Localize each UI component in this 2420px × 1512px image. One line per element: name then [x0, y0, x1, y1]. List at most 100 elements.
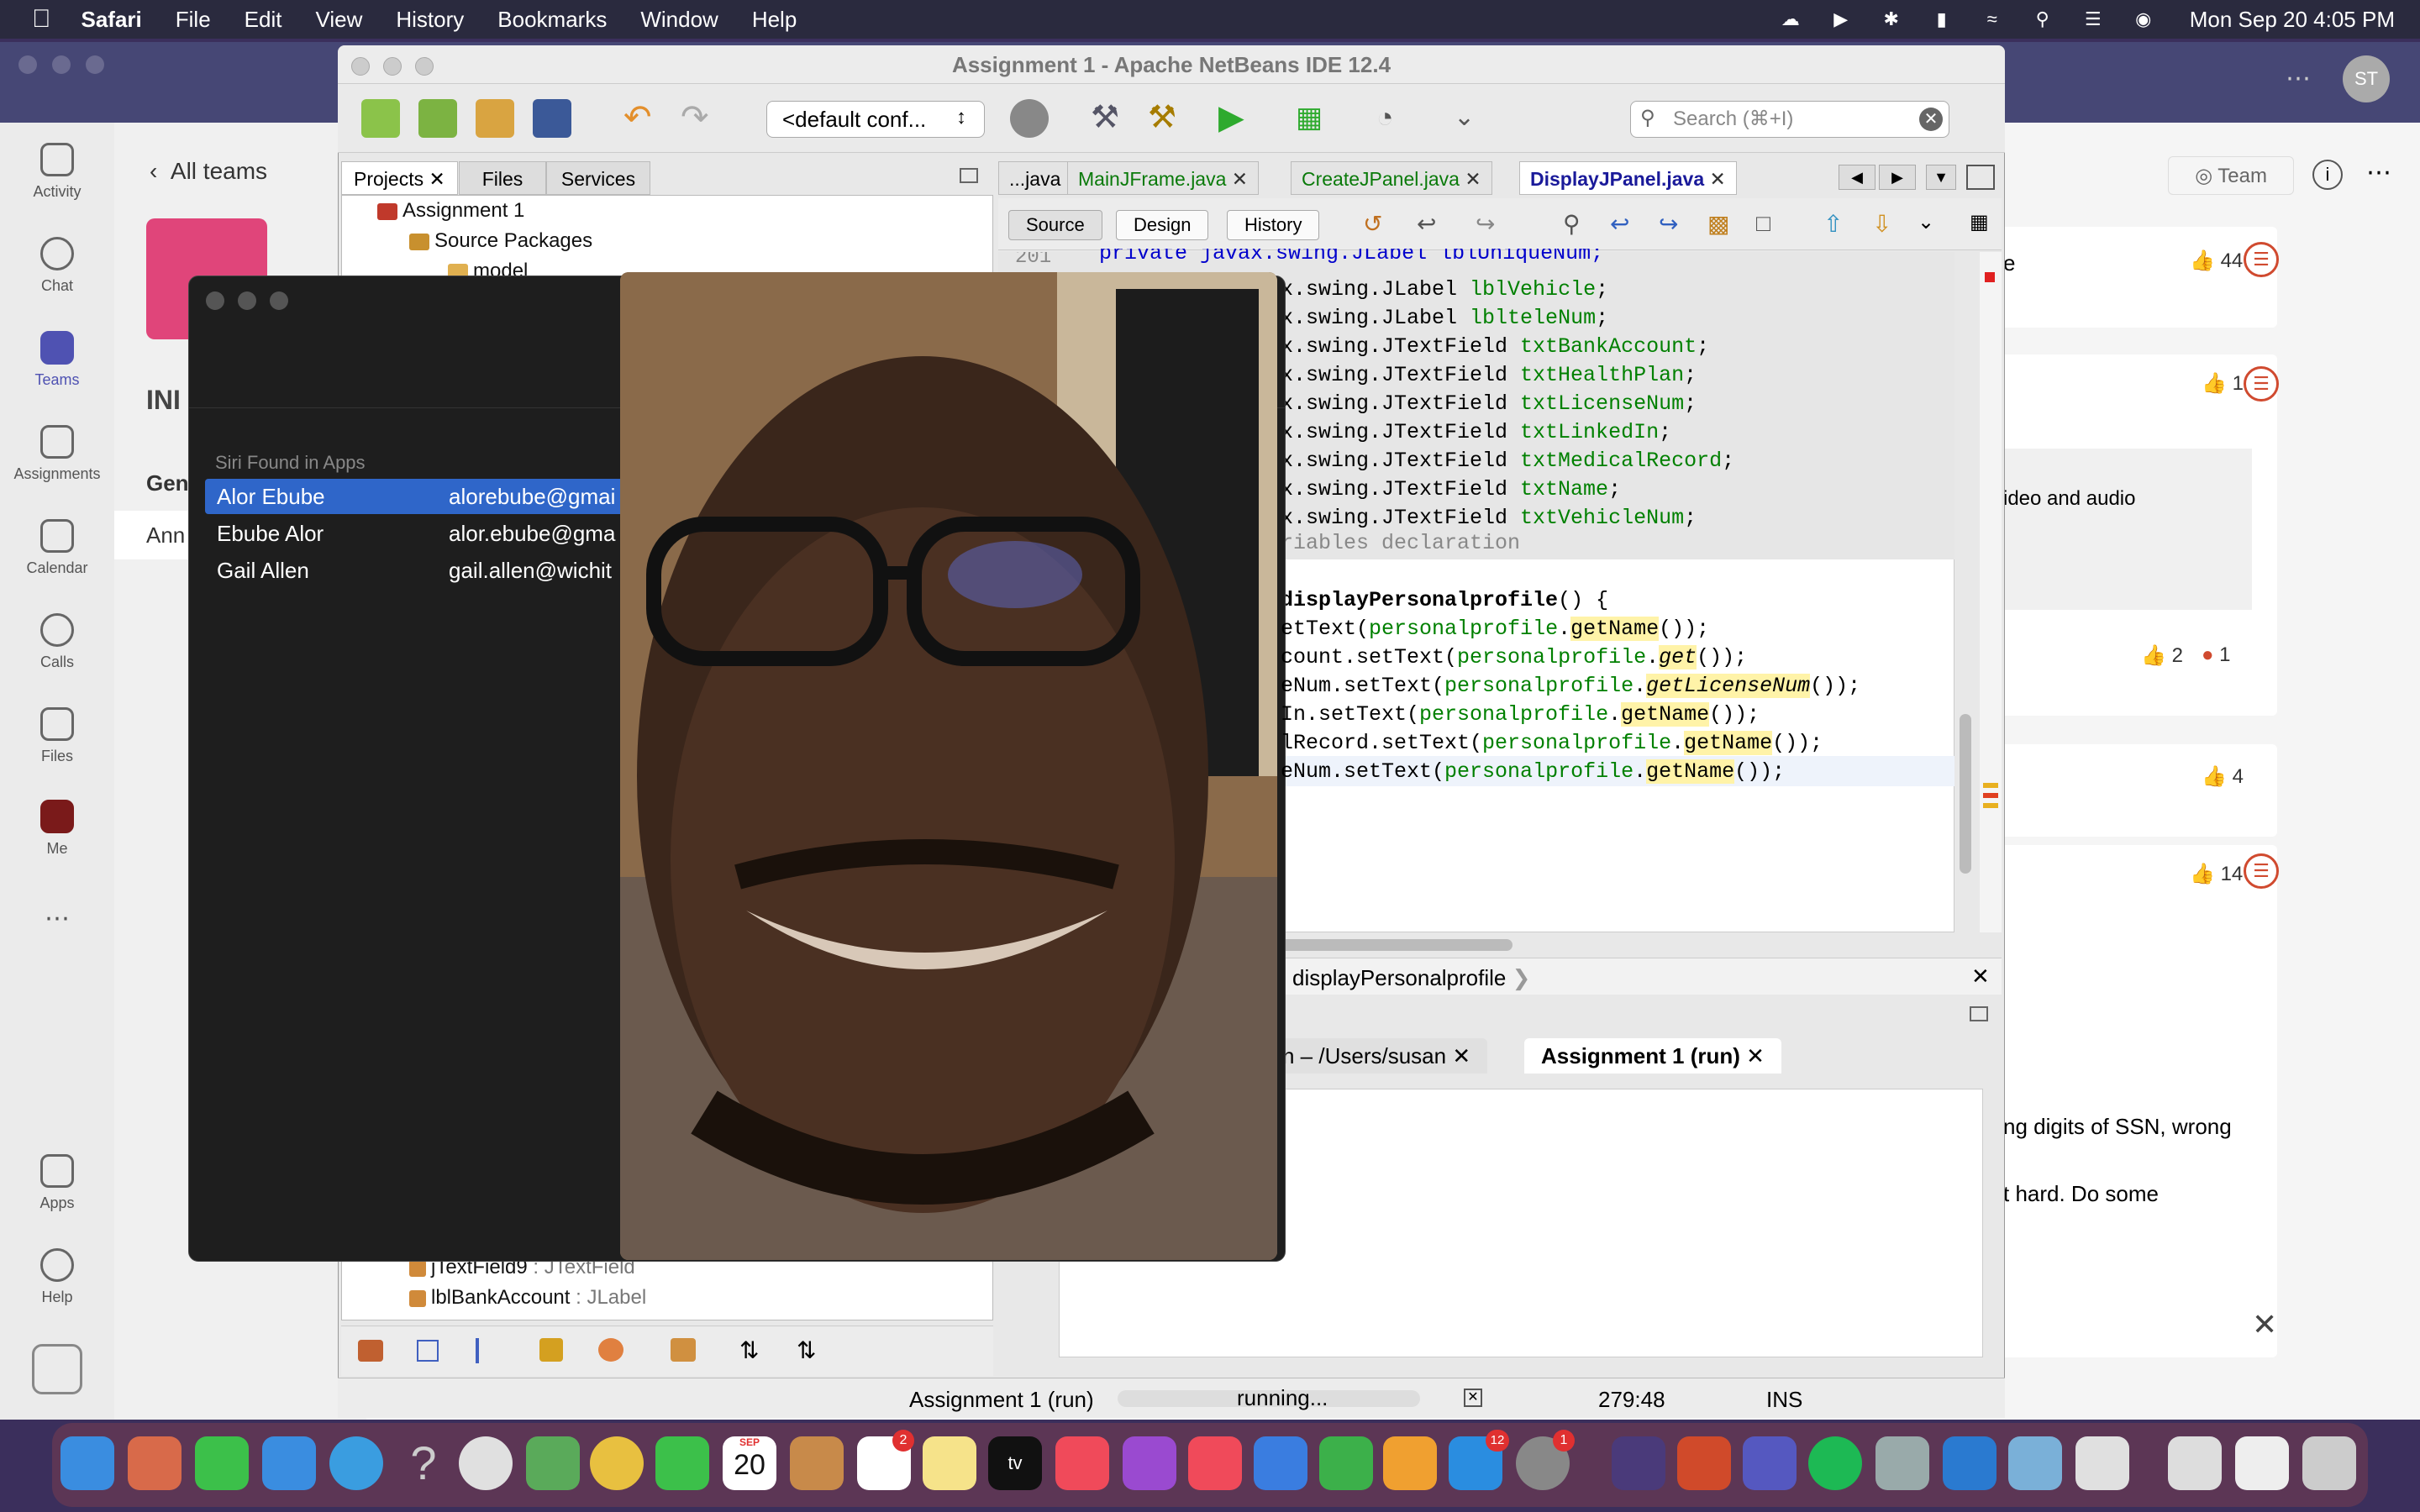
warning-marker[interactable]	[1983, 783, 1998, 788]
close-window-button[interactable]	[351, 57, 370, 76]
tab-projects[interactable]: Projects ✕	[341, 161, 458, 195]
profile-icon[interactable]: ◔	[1376, 99, 1415, 138]
menu-help[interactable]: Help	[752, 7, 797, 33]
rail-help[interactable]: Help	[0, 1248, 114, 1306]
powerpoint-icon[interactable]	[1677, 1436, 1731, 1490]
channel-general[interactable]: Gen	[146, 470, 189, 496]
apple-tv-icon[interactable]: tv	[988, 1436, 1042, 1490]
menu-window[interactable]: Window	[640, 7, 718, 33]
keynote-icon[interactable]	[1254, 1436, 1307, 1490]
battery-icon[interactable]: ▮	[1929, 8, 1954, 29]
reply-badge-icon[interactable]: ☰	[2244, 242, 2279, 277]
like-reaction[interactable]: 👍 4	[2202, 764, 2244, 789]
zoom-window-button[interactable]	[415, 57, 434, 76]
bluetooth-icon[interactable]: ✱	[1879, 8, 1904, 29]
avatar[interactable]: ST	[2343, 55, 2390, 102]
menu-bookmarks[interactable]: Bookmarks	[497, 7, 607, 33]
nav-method-crumb[interactable]: displayPersonalprofile ❯	[1292, 965, 1530, 991]
more-apps-icon[interactable]: ⋯	[0, 904, 114, 933]
spotify-icon[interactable]	[1808, 1436, 1862, 1490]
siri-icon[interactable]: ◉	[2131, 8, 2156, 29]
forward-icon[interactable]: ↪	[1476, 210, 1495, 238]
rail-calendar[interactable]: Calendar	[0, 519, 114, 577]
trash-icon[interactable]	[2302, 1436, 2356, 1490]
launchpad-icon[interactable]	[128, 1436, 182, 1490]
tab-displayjpanel[interactable]: DisplayJPanel.java ✕	[1519, 161, 1737, 195]
tree-project-node[interactable]: Assignment 1	[377, 199, 524, 223]
rail-apps[interactable]: Apps	[0, 1154, 114, 1212]
zoom-window-button[interactable]	[270, 291, 288, 310]
search-icon[interactable]: ⚲	[2030, 8, 2055, 29]
like-reaction[interactable]: 👍 44	[2190, 249, 2243, 273]
menu-history[interactable]: History	[396, 7, 464, 33]
back-button[interactable]: ‹ All teams	[150, 158, 267, 185]
maps-icon[interactable]	[526, 1436, 580, 1490]
clear-search-icon[interactable]: ✕	[1919, 108, 1943, 131]
globe-icon[interactable]	[1010, 99, 1049, 138]
new-file-icon[interactable]	[361, 99, 400, 138]
minimize-output-icon[interactable]	[1970, 1006, 1988, 1021]
tab-files[interactable]: Files	[459, 161, 546, 195]
app-menu[interactable]: Safari	[82, 7, 142, 33]
notes-icon[interactable]	[923, 1436, 976, 1490]
cloud-icon[interactable]: ☁	[1778, 8, 1803, 29]
tree-source-packages[interactable]: Source Packages	[409, 229, 592, 253]
split-icon[interactable]: ▦	[1970, 210, 1989, 234]
redo-icon[interactable]: ↷	[681, 99, 719, 138]
team-button[interactable]: ◎ Team	[2168, 156, 2294, 195]
open-project-icon[interactable]	[476, 99, 514, 138]
next-bookmark-icon[interactable]: ⇩	[1872, 210, 1891, 238]
prev-bookmark-icon[interactable]: ⇧	[1823, 210, 1843, 238]
source-button[interactable]: Source	[1008, 210, 1102, 240]
tab-mainjframe[interactable]: MainJFrame.java ✕	[1067, 161, 1260, 195]
tab-scroll-right-icon[interactable]: ▶	[1879, 165, 1916, 190]
tab-list-icon[interactable]: ▼	[1926, 165, 1956, 190]
github-icon[interactable]	[1612, 1436, 1665, 1490]
java-icon[interactable]	[2075, 1436, 2129, 1490]
minimize-window-button[interactable]	[383, 57, 402, 76]
downloads-stack-icon[interactable]	[2235, 1436, 2289, 1490]
rail-calls[interactable]: Calls	[0, 613, 114, 671]
more-options-icon[interactable]: ⋯	[2286, 64, 2311, 93]
find-prev-icon[interactable]: ↩	[1610, 210, 1629, 238]
rail-me[interactable]: Me	[0, 800, 114, 858]
mobile-icon[interactable]	[0, 1344, 114, 1401]
chrome-icon[interactable]	[459, 1436, 513, 1490]
tab-output-run[interactable]: Assignment 1 (run) ✕	[1524, 1038, 1781, 1074]
control-center-icon[interactable]: ☰	[2081, 8, 2106, 29]
like-reaction[interactable]: 👍 1	[2202, 371, 2244, 396]
close-nav-icon[interactable]: ✕	[1971, 963, 1990, 990]
shapes-icon[interactable]	[598, 1338, 623, 1362]
document-stack-icon[interactable]	[2168, 1436, 2222, 1490]
teams-icon[interactable]	[1743, 1436, 1797, 1490]
toggle-highlight-icon[interactable]: ▩	[1707, 210, 1729, 238]
overflow-icon[interactable]: ⌄	[1918, 210, 1934, 234]
inspector-icon[interactable]	[358, 1340, 383, 1362]
numbers-icon[interactable]	[1319, 1436, 1373, 1490]
layout-icon[interactable]	[671, 1338, 696, 1362]
rail-assignments[interactable]: Assignments	[0, 425, 114, 483]
rail-activity[interactable]: Activity	[0, 143, 114, 201]
run-icon[interactable]: ▶	[1218, 99, 1257, 138]
undo-icon[interactable]: ↶	[623, 99, 662, 138]
find-icon[interactable]: ⚲	[1563, 210, 1581, 238]
error-marker[interactable]	[1985, 272, 1995, 282]
safari-icon[interactable]	[329, 1436, 383, 1490]
facetime-icon[interactable]	[655, 1436, 709, 1490]
sort-down-icon[interactable]: ⇅	[797, 1336, 816, 1364]
debug-icon[interactable]: ▦	[1296, 99, 1334, 138]
search-input[interactable]: Search (⌘+I)	[1630, 101, 1949, 138]
tab-createjpanel[interactable]: CreateJPanel.java ✕	[1291, 161, 1492, 195]
new-project-icon[interactable]	[418, 99, 457, 138]
close-window-button[interactable]	[206, 291, 224, 310]
menu-file[interactable]: File	[176, 7, 211, 33]
back-icon[interactable]: ↩	[1417, 210, 1436, 238]
toolbar-overflow-icon[interactable]: ⌄	[1454, 99, 1492, 138]
apple-menu-icon[interactable]: 	[32, 5, 51, 34]
reply-badge-icon[interactable]: ☰	[2244, 853, 2279, 889]
reply-badge-icon[interactable]: ☰	[2244, 366, 2279, 402]
play-icon[interactable]: ▶	[1828, 8, 1854, 29]
rect-select-icon[interactable]: □	[1756, 210, 1770, 237]
find-next-icon[interactable]: ↪	[1659, 210, 1678, 238]
horizontal-scrollbar[interactable]	[1277, 939, 1512, 951]
